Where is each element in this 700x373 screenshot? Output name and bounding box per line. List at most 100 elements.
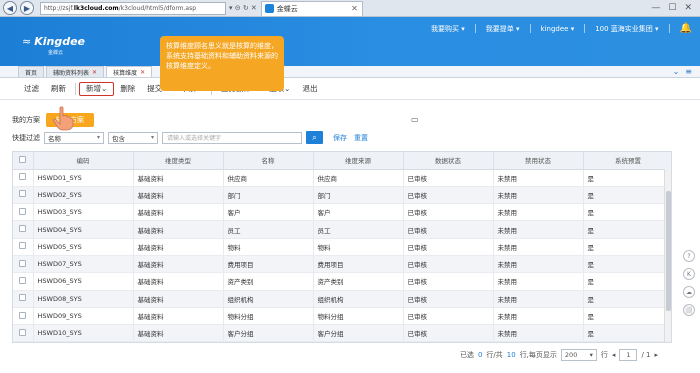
close-window-icon[interactable]: ✕ [684,3,692,13]
select-all-checkbox[interactable] [13,152,34,170]
close-tab-icon[interactable]: ✕ [351,4,358,13]
cell-dim-source: 组织机构 [313,290,404,308]
cell-code: HSWD02_SYS [33,186,134,205]
column-header-data-status[interactable]: 数据状态 [403,152,494,170]
menu-buy-label: 我要购买 [431,24,460,33]
tab-home[interactable]: 首页 [18,66,45,77]
search-icon: ⌕ [312,132,317,142]
cell-dim-source: 物料分组 [313,307,404,326]
menu-buy[interactable]: 我要购买 ▾ [431,24,465,34]
table-row[interactable]: HSWD03_SYS 基础资料 客户 客户 已审核 未禁用是 [13,203,671,222]
row-checkbox[interactable] [13,203,34,222]
table-row[interactable]: HSWD09_SYS 基础资料 物料分组 物料分组 已审核 未禁用是 [13,307,671,326]
row-checkbox[interactable] [13,290,34,308]
cell-dim-source: 资产类别 [313,272,404,291]
monitor-icon[interactable]: ▭ [411,115,419,124]
cell-name: 资产类别 [223,272,314,291]
column-header-system-preset[interactable]: 系统预置 [583,152,671,170]
address-bar[interactable]: http://zsjf. lk3cloud.com/k3cloud/html5/d… [40,1,226,15]
dimension-table: 编码 维度类型 名称 维度来源 数据状态 禁用状态 系统预置 HSWD01_SY… [12,151,672,343]
column-header-dim-source[interactable]: 维度来源 [313,152,404,170]
menu-org[interactable]: 100 蓝海实业集团 ▾ [595,24,658,34]
window-icon[interactable]: ⬜ [683,304,695,316]
cell-dim-source: 员工 [313,220,404,239]
search-button[interactable]: ⌕ [306,131,323,144]
logo-subtitle: 金蝶云 [48,50,64,56]
filter-keyword-input[interactable]: 请输入或选择关键字 [162,131,302,144]
row-checkbox[interactable] [13,255,34,274]
cell-data-status: 已审核 [403,203,494,222]
table-row[interactable]: HSWD07_SYS 基础资料 费用项目 费用项目 已审核 未禁用是 [13,255,671,274]
cloud-icon[interactable]: ☁ [683,286,695,298]
tab-accounting-dimension[interactable]: 核算维度 ✕ [106,66,153,77]
table-row[interactable]: HSWD04_SYS 基础资料 员工 员工 已审核 未禁用是 [13,220,671,239]
cell-code: HSWD10_SYS [33,324,134,342]
cell-system-preset: 是 [583,220,671,239]
page-number-input[interactable]: 1 [619,349,638,361]
table-row[interactable]: HSWD06_SYS 基础资料 资产类别 资产类别 已审核 未禁用是 [13,272,671,291]
column-header-disable-status[interactable]: 禁用状态 [493,152,584,170]
menu-icon[interactable]: ≡ [685,67,692,76]
tab-bar-tools: ⌄ ≡ [673,67,692,76]
menu-ticket[interactable]: 我要提单 ▾ [486,24,520,34]
url-path: /k3cloud/html5/dform.asp [118,4,197,12]
next-page-icon[interactable]: ▸ [654,351,658,359]
page-size-select[interactable]: 200 ▾ [560,349,597,361]
cell-data-status: 已审核 [403,169,494,187]
table-row[interactable]: HSWD01_SYS 基础资料 供应商 供应商 已审核 未禁用是 [13,169,671,187]
row-checkbox[interactable] [13,186,34,205]
cell-system-preset: 是 [583,255,671,274]
column-header-dim-type[interactable]: 维度类型 [133,152,224,170]
row-checkbox[interactable] [13,307,34,326]
filter-operator-select[interactable]: 包含 ▾ [108,131,158,144]
close-tab-icon[interactable]: ✕ [140,69,145,76]
chevron-down-icon: ▾ [589,351,593,359]
filter-field-value: 名称 [48,134,61,143]
help-icon[interactable]: ? [683,250,695,262]
bell-icon[interactable]: 🔔 [680,23,692,34]
filter-field-select[interactable]: 名称 ▾ [44,131,104,144]
refresh-button[interactable]: 刷新 [45,82,72,96]
pager: 已选 0 行/共 10 行,每页显示 200 ▾ 行 ◂ 1 / 1 ▸ [460,349,658,361]
row-checkbox[interactable] [13,220,34,239]
exit-button[interactable]: 退出 [296,82,323,96]
save-filter-button[interactable]: 保存 [333,133,347,143]
table-row[interactable]: HSWD02_SYS 基础资料 部门 部门 已审核 未禁用是 [13,186,671,205]
minimize-icon[interactable]: — [651,3,660,13]
refresh-stop-icons[interactable]: ▾ ⊝ ↻ ✕ [229,4,257,12]
column-header-code[interactable]: 编码 [33,152,134,170]
address-tools[interactable]: ▾ ⊝ ↻ ✕ [229,4,257,12]
menu-user[interactable]: kingdee ▾ [541,25,575,33]
collapse-icon[interactable]: ⌄ [673,67,680,76]
delete-button[interactable]: 删除 [114,82,141,96]
table-row[interactable]: HSWD05_SYS 基础资料 物料 物料 已审核 未禁用是 [13,238,671,256]
row-checkbox[interactable] [13,169,34,187]
cell-system-preset: 是 [583,238,671,256]
back-button[interactable]: ◀ [3,1,17,15]
cell-name: 物料分组 [223,307,314,326]
cell-name: 物料 [223,238,314,256]
scrollbar-thumb[interactable] [666,191,671,311]
row-checkbox[interactable] [13,324,34,342]
cell-disable-status: 未禁用 [493,169,584,187]
tab-aux-list[interactable]: 辅助资料列表 ✕ [46,66,105,77]
cell-data-status: 已审核 [403,220,494,239]
filter-button[interactable]: 过滤 [18,82,45,96]
column-header-name[interactable]: 名称 [223,152,314,170]
table-row[interactable]: HSWD10_SYS 基础资料 客户分组 客户分组 已审核 未禁用是 [13,324,671,342]
selected-count: 0 [477,351,483,359]
row-checkbox[interactable] [13,238,34,256]
close-tab-icon[interactable]: ✕ [92,69,97,76]
reset-filter-button[interactable]: 重置 [354,133,368,143]
forward-button[interactable]: ▶ [20,1,34,15]
table-scrollbar[interactable] [664,169,671,342]
prev-page-icon[interactable]: ◂ [612,351,616,359]
table-row[interactable]: HSWD08_SYS 基础资料 组织机构 组织机构 已审核 未禁用是 [13,290,671,308]
row-checkbox[interactable] [13,272,34,291]
kingdee-k-icon[interactable]: K [683,268,695,280]
cell-name: 费用项目 [223,255,314,274]
browser-tab[interactable]: 金蝶云 ✕ [260,0,363,16]
maximize-icon[interactable]: ☐ [668,3,676,13]
new-button[interactable]: 新增⌄ [79,81,115,96]
cell-dim-source: 客户 [313,203,404,222]
